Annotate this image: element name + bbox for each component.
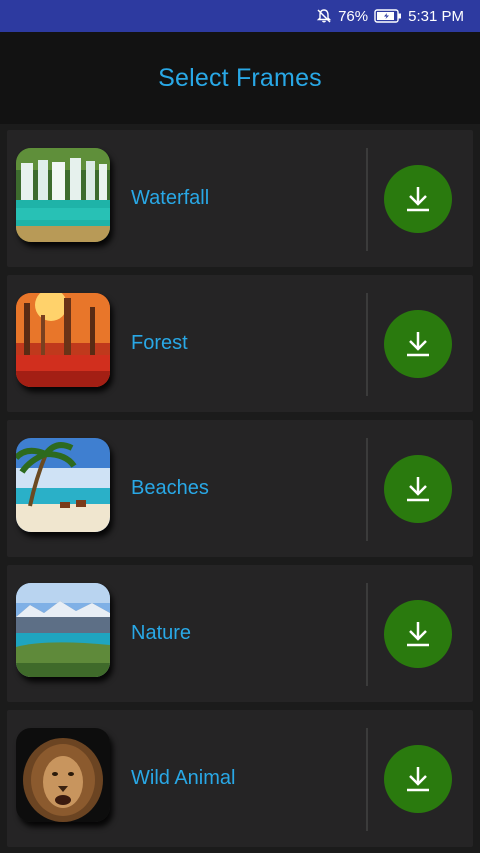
divider: [366, 148, 368, 251]
frame-card-nature[interactable]: Nature: [7, 565, 473, 702]
download-button[interactable]: [384, 455, 452, 523]
download-button[interactable]: [384, 310, 452, 378]
download-icon: [407, 767, 429, 792]
divider: [366, 293, 368, 396]
download-button[interactable]: [384, 600, 452, 668]
frames-list[interactable]: Waterfall Forest Beaches Nature Wild Ani…: [0, 124, 480, 853]
clock: 5:31 PM: [408, 7, 464, 25]
download-button[interactable]: [384, 745, 452, 813]
beach-thumbnail: [16, 438, 110, 532]
download-button[interactable]: [384, 165, 452, 233]
frame-card-waterfall[interactable]: Waterfall: [7, 130, 473, 267]
divider: [366, 438, 368, 541]
battery-percent: 76%: [338, 7, 369, 25]
app-bar: Select Frames: [0, 32, 480, 124]
divider: [366, 583, 368, 686]
status-bar: 76% 5:31 PM: [0, 0, 480, 32]
frame-card-beaches[interactable]: Beaches: [7, 420, 473, 557]
divider: [366, 728, 368, 831]
battery-charging-icon: [374, 9, 402, 23]
frame-card-wild-animal[interactable]: Wild Animal: [7, 710, 473, 847]
download-icon: [407, 187, 429, 212]
frame-label: Nature: [131, 622, 192, 644]
frame-label: Wild Animal: [131, 767, 236, 789]
frame-label: Waterfall: [131, 187, 210, 209]
notifications-off-icon: [316, 8, 332, 24]
download-icon: [407, 477, 429, 502]
frame-card-forest[interactable]: Forest: [7, 275, 473, 412]
frame-label: Beaches: [131, 477, 209, 499]
forest-thumbnail: [16, 293, 110, 387]
waterfall-thumbnail: [16, 148, 110, 242]
frame-label: Forest: [131, 332, 188, 354]
nature-thumbnail: [16, 583, 110, 677]
download-icon: [407, 622, 429, 647]
page-title: Select Frames: [158, 63, 322, 92]
download-icon: [407, 332, 429, 357]
lion-thumbnail: [16, 728, 110, 822]
